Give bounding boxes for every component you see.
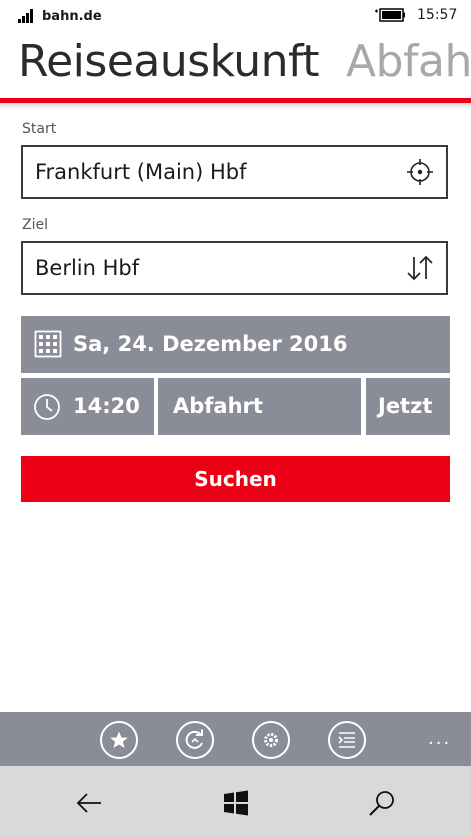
- refresh-icon: [185, 729, 203, 749]
- search-icon[interactable]: [368, 789, 396, 817]
- header-shadow: [0, 103, 471, 109]
- date-selector[interactable]: Sa, 24. Dezember 2016: [21, 316, 450, 373]
- list-button[interactable]: [328, 721, 366, 759]
- swap-icon[interactable]: [406, 254, 434, 282]
- ziel-label: Ziel: [22, 217, 48, 233]
- departure-mode-selector[interactable]: Abfahrt: [158, 378, 361, 435]
- signal-icon: [18, 9, 38, 23]
- pivot-header: Reiseauskunft Abfahrt: [0, 34, 471, 96]
- app-bar: ...: [0, 712, 471, 766]
- start-label: Start: [22, 121, 57, 137]
- start-value: Frankfurt (Main) Hbf: [35, 160, 247, 184]
- star-icon: [110, 731, 128, 748]
- settings-icon: [264, 733, 278, 747]
- date-value: Sa, 24. Dezember 2016: [73, 332, 348, 356]
- status-bar: bahn.de 15:57: [0, 0, 471, 34]
- windows-icon[interactable]: [222, 789, 250, 817]
- more-options-button[interactable]: ...: [428, 728, 451, 749]
- status-time: 15:57: [417, 7, 458, 23]
- list-icon: [338, 732, 355, 748]
- mode-value: Abfahrt: [173, 394, 263, 418]
- favorites-button[interactable]: [100, 721, 138, 759]
- clock-icon: [34, 394, 60, 420]
- time-selector[interactable]: 14:20: [21, 378, 154, 435]
- system-nav-bar: [0, 766, 471, 837]
- ziel-value: Berlin Hbf: [35, 256, 140, 280]
- ziel-field[interactable]: Berlin Hbf: [21, 241, 448, 295]
- pivot-tab-abfahrt[interactable]: Abfahrt: [346, 34, 471, 90]
- pivot-tab-reiseauskunft[interactable]: Reiseauskunft: [18, 34, 320, 90]
- locate-icon[interactable]: [406, 158, 434, 186]
- calendar-icon: [34, 330, 62, 358]
- search-button[interactable]: Suchen: [21, 456, 450, 502]
- carrier-name: bahn.de: [42, 9, 102, 24]
- start-field[interactable]: Frankfurt (Main) Hbf: [21, 145, 448, 199]
- now-button[interactable]: Jetzt: [366, 378, 450, 435]
- refresh-button[interactable]: [176, 721, 214, 759]
- now-label: Jetzt: [378, 394, 433, 418]
- battery-icon: [375, 8, 405, 22]
- settings-button[interactable]: [252, 721, 290, 759]
- back-icon[interactable]: [75, 789, 103, 817]
- time-value: 14:20: [73, 394, 140, 418]
